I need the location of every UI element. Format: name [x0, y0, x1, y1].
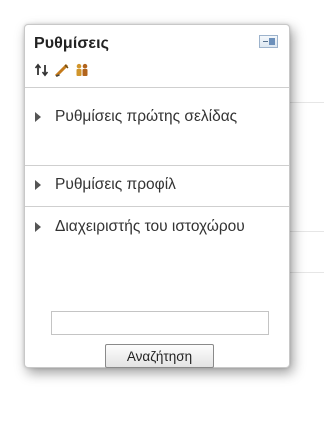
menu-item-front-page-settings[interactable]: Ρυθμίσεις πρώτης σελίδας [25, 107, 289, 127]
menu-item-site-administration[interactable]: Διαχειριστής του ιστοχώρου [25, 217, 289, 237]
menu-item-label: Διαχειριστής του ιστοχώρου [55, 218, 245, 235]
background-line [290, 102, 324, 103]
dock-minus [263, 41, 268, 42]
block-header: Ρυθμίσεις [25, 25, 289, 87]
roles-icon[interactable] [74, 63, 90, 77]
search-button[interactable]: Αναζήτηση [105, 344, 214, 368]
expand-arrow-icon [35, 112, 41, 122]
background-line [290, 231, 324, 232]
dock-panel [269, 38, 275, 45]
block-title: Ρυθμίσεις [34, 35, 110, 52]
expand-arrow-icon [35, 222, 41, 232]
menu-item-profile-settings[interactable]: Ρυθμίσεις προφίλ [25, 175, 289, 195]
settings-block: Ρυθμίσεις Ρυθμίσεις πρώτης σελίδας Ρυθμί… [24, 24, 290, 368]
background-line [290, 272, 324, 273]
menu-item-label: Ρυθμίσεις πρώτης σελίδας [55, 108, 238, 125]
dock-panel-icon[interactable] [259, 35, 278, 48]
expand-arrow-icon [35, 180, 41, 190]
menu-item-label: Ρυθμίσεις προφίλ [55, 176, 176, 193]
edit-icon[interactable] [54, 63, 70, 77]
block-tools [34, 62, 90, 78]
divider [25, 206, 289, 207]
divider [25, 165, 289, 166]
move-icon[interactable] [34, 63, 50, 77]
divider [25, 87, 289, 88]
search-input[interactable] [51, 311, 269, 335]
